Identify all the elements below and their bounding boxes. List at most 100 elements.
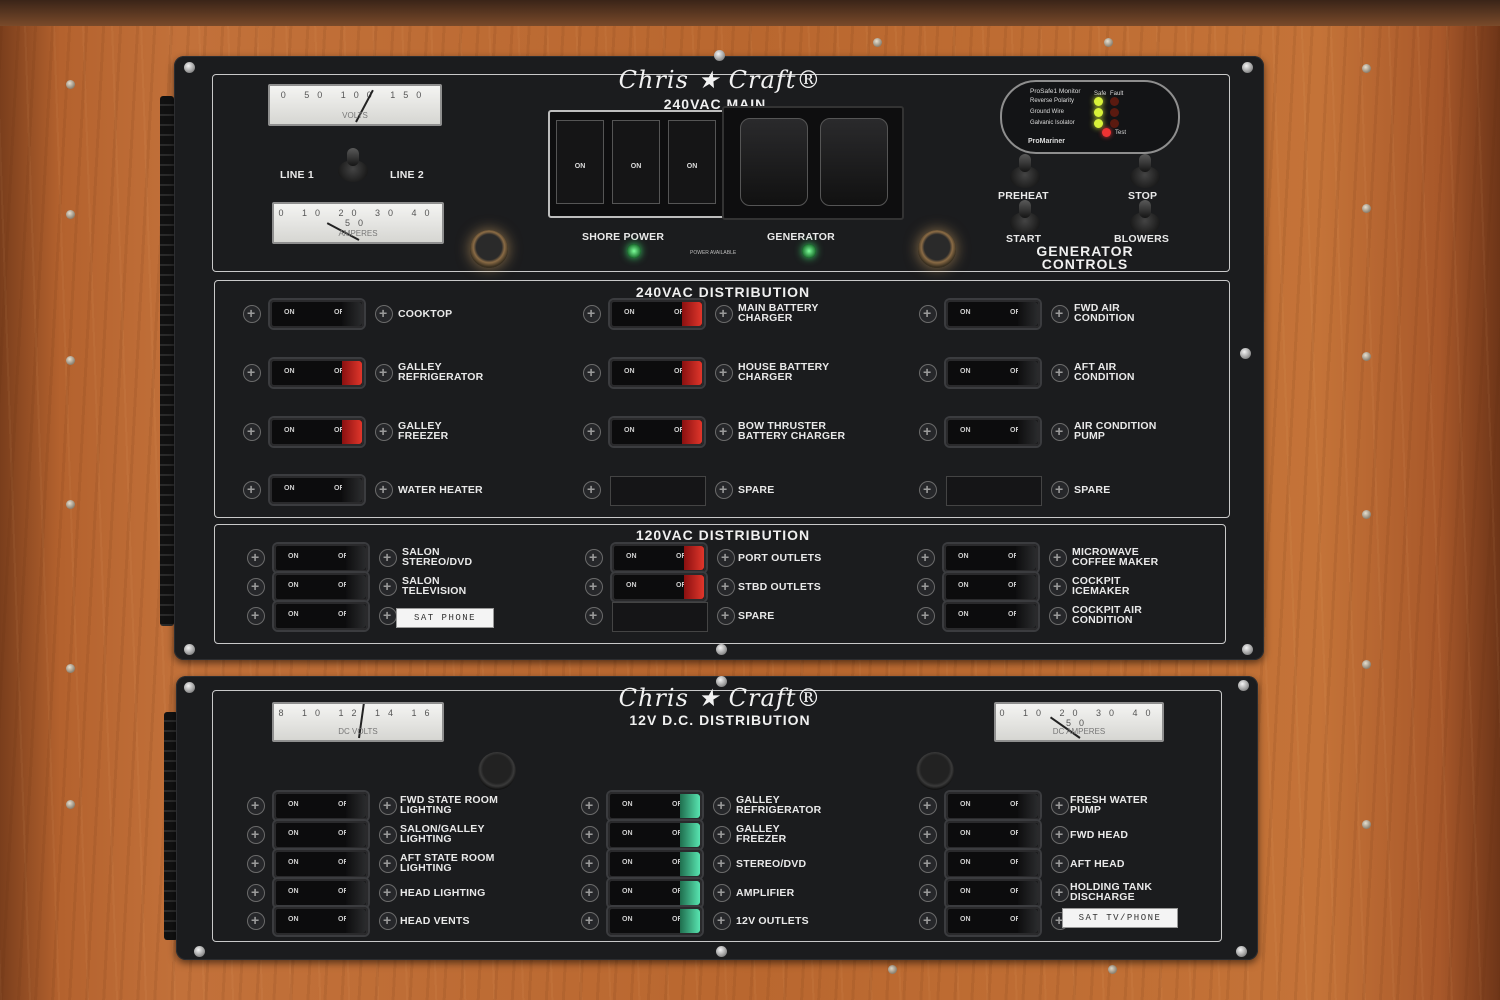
switch-on-label: ON (288, 888, 299, 895)
generator-selector-rocker[interactable] (820, 118, 888, 206)
breaker-switch[interactable]: ON OFF (608, 821, 702, 849)
dc-knob[interactable] (478, 752, 516, 790)
breaker-switch[interactable]: ON OFF (274, 850, 368, 878)
panel-screw (1236, 946, 1247, 957)
breaker-switch[interactable]: ON OFF (270, 418, 364, 446)
brand-logo: Chris ★ Craft® (618, 66, 822, 94)
breaker-switch[interactable]: ON OFF (944, 544, 1038, 572)
preheat-toggle[interactable] (1004, 154, 1046, 188)
mounting-bolt (582, 797, 598, 814)
test-button[interactable] (1102, 128, 1111, 137)
cabinet-top-edge (0, 0, 1500, 26)
mounting-bolt (718, 607, 734, 624)
breaker-switch[interactable]: ON OFF (270, 359, 364, 387)
start-toggle[interactable] (1004, 200, 1046, 234)
breaker-switch[interactable]: ON OFF (608, 879, 702, 907)
breaker-switch[interactable]: ON OFF (946, 907, 1040, 935)
breaker-switch[interactable]: ON OFF (274, 821, 368, 849)
main-breaker[interactable]: ON (556, 120, 604, 204)
mounting-bolt (244, 481, 260, 498)
mounting-bolt (920, 481, 936, 498)
breaker-switch[interactable]: ON OFF (944, 573, 1038, 601)
circuit-label: AIR CONDITION PUMP (1074, 420, 1157, 442)
mounting-bolt (248, 549, 264, 566)
breaker-switch[interactable]: ON OFF (946, 300, 1040, 328)
line-selector-toggle[interactable] (332, 148, 374, 182)
circuit-label: SALON TELEVISION (402, 575, 467, 597)
switch-tab (1018, 420, 1038, 444)
breaker-switch[interactable]: ON OFF (944, 602, 1038, 630)
switch-on-label: ON (288, 859, 299, 866)
stop-toggle[interactable] (1124, 154, 1166, 188)
dc-amperes-meter: 0 10 20 30 40 50 DC AMPERES (994, 702, 1164, 742)
switch-tab (682, 361, 702, 385)
switch-tab (346, 546, 366, 570)
breaker-switch[interactable]: ON OFF (274, 573, 368, 601)
blowers-toggle[interactable] (1124, 200, 1166, 234)
indicator-knob[interactable] (470, 230, 508, 268)
main-breaker[interactable]: ON (612, 120, 660, 204)
breaker-switch[interactable]: ON OFF (274, 792, 368, 820)
breaker-switch[interactable]: ON OFF (946, 879, 1040, 907)
main-breaker[interactable]: ON (668, 120, 716, 204)
breaker-switch[interactable]: ON OFF (612, 544, 706, 572)
monitor-col-safe: Safe (1094, 91, 1107, 97)
shore-selector-rocker[interactable] (740, 118, 808, 206)
switch-on-label: ON (626, 582, 637, 589)
switch-tab (346, 823, 366, 847)
volts-meter: 0 50 100 150 VOLTS (268, 84, 442, 126)
breaker-switch[interactable]: ON OFF (946, 821, 1040, 849)
switch-tab (1018, 361, 1038, 385)
switch-on-label: ON (622, 916, 633, 923)
switch-tab (680, 881, 700, 905)
circuit-label: FRESH WATER PUMP (1070, 794, 1148, 816)
switch-tab (342, 361, 362, 385)
breaker-switch[interactable]: ON OFF (946, 850, 1040, 878)
breaker-switch[interactable]: ON OFF (946, 418, 1040, 446)
monitor-led (1110, 97, 1119, 106)
panel-screw (716, 644, 727, 655)
breaker-switch[interactable]: ON OFF (608, 907, 702, 935)
switch-on-label: ON (960, 916, 971, 923)
dc-knob[interactable] (916, 752, 954, 790)
stop-label: STOP (1128, 190, 1158, 202)
meter-unit: DC AMPERES (1052, 727, 1106, 736)
breaker-switch[interactable]: ON OFF (270, 476, 364, 504)
circuit-label: BOW THRUSTER BATTERY CHARGER (738, 420, 846, 442)
circuit-label: MAIN BATTERY CHARGER (738, 302, 819, 324)
circuit-label: MICROWAVE COFFEE MAKER (1072, 546, 1159, 568)
dc-title: 12V D.C. DISTRIBUTION (629, 712, 811, 728)
breaker-switch[interactable]: ON OFF (612, 573, 706, 601)
circuit-label: HOUSE BATTERY CHARGER (738, 361, 830, 383)
breaker-switch[interactable]: ON OFF (270, 300, 364, 328)
circuit-label: COCKPIT AIR CONDITION (1072, 604, 1143, 626)
breaker-switch[interactable]: ON OFF (608, 792, 702, 820)
circuit-label: AFT STATE ROOM LIGHTING (400, 852, 495, 874)
circuit-label: GALLEY REFRIGERATOR (736, 794, 822, 816)
breaker-switch[interactable]: ON OFF (946, 792, 1040, 820)
breaker-switch[interactable]: ON OFF (274, 602, 368, 630)
switch-tab (1016, 546, 1036, 570)
indicator-knob[interactable] (918, 230, 956, 268)
breaker-switch[interactable]: ON OFF (274, 907, 368, 935)
switch-on-label: ON (288, 830, 299, 837)
breaker-switch[interactable]: ON OFF (610, 359, 704, 387)
breaker-switch[interactable]: ON OFF (610, 418, 704, 446)
panel-screw (1238, 680, 1249, 691)
power-available-label: POWER AVAILABLE (690, 250, 737, 256)
mounting-bolt (716, 305, 732, 322)
panel-screw (184, 682, 195, 693)
breaker-switch[interactable]: ON OFF (946, 359, 1040, 387)
monitor-led (1110, 108, 1119, 117)
mounting-bolt (1052, 797, 1068, 814)
mounting-bolt (586, 607, 602, 624)
breaker-switch[interactable]: ON OFF (274, 544, 368, 572)
breaker-switch[interactable]: ON OFF (610, 300, 704, 328)
mounting-bolt (918, 549, 934, 566)
switch-tab (680, 909, 700, 933)
breaker-switch[interactable]: ON OFF (274, 879, 368, 907)
wood-screw (1362, 352, 1371, 361)
circuit-label: HEAD LIGHTING (400, 887, 486, 899)
mounting-bolt (920, 423, 936, 440)
breaker-switch[interactable]: ON OFF (608, 850, 702, 878)
